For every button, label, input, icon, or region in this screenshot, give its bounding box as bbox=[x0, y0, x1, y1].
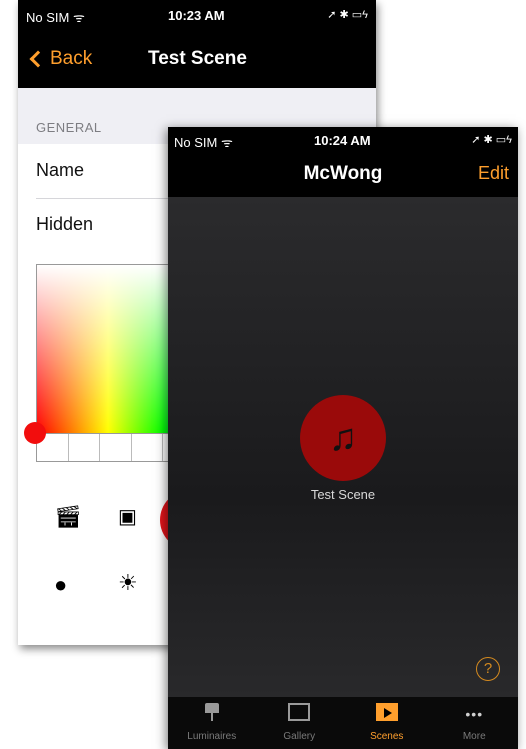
tab-more[interactable]: ••• More bbox=[431, 697, 519, 749]
more-icon: ••• bbox=[465, 706, 484, 722]
status-time: 10:23 AM bbox=[168, 8, 225, 23]
carrier-label: No SIM ᯤ bbox=[26, 10, 85, 25]
remote-icon[interactable]: ▣ bbox=[118, 504, 137, 529]
color-picker-handle[interactable] bbox=[24, 422, 46, 444]
scenes-screen: No SIM ᯤ 10:24 AM ➚ ✱ ▭ϟ McWong Edit ♫ T… bbox=[168, 127, 518, 749]
tab-label: Luminaires bbox=[187, 731, 237, 742]
edit-button[interactable]: Edit bbox=[478, 163, 509, 184]
status-icons: ➚ ✱ ▭ϟ bbox=[471, 134, 512, 146]
gallery-icon bbox=[288, 703, 311, 721]
tab-label: Scenes bbox=[370, 731, 404, 742]
tab-gallery[interactable]: Gallery bbox=[256, 697, 344, 749]
page-title: Test Scene bbox=[148, 48, 247, 69]
tab-label: Gallery bbox=[283, 731, 316, 742]
back-button[interactable]: Back bbox=[28, 48, 92, 70]
hidden-row-label[interactable]: Hidden bbox=[36, 214, 93, 235]
section-header-general: GENERAL bbox=[36, 120, 102, 135]
help-button[interactable]: ? bbox=[476, 657, 500, 681]
music-note-icon: ♫ bbox=[328, 416, 358, 459]
scene-button[interactable]: ♫ bbox=[300, 395, 386, 481]
swatch[interactable] bbox=[100, 434, 132, 461]
tab-bar: Luminaires Gallery Scenes ••• More bbox=[168, 697, 518, 749]
name-row-label[interactable]: Name bbox=[36, 160, 84, 181]
carrier-label: No SIM ᯤ bbox=[174, 135, 233, 150]
sun-icon[interactable]: ☀ bbox=[118, 570, 138, 596]
chevron-left-icon bbox=[29, 50, 47, 68]
nav-bar: Back Test Scene bbox=[18, 30, 376, 88]
tab-luminaires[interactable]: Luminaires bbox=[168, 697, 256, 749]
status-bar: No SIM ᯤ 10:24 AM ➚ ✱ ▭ϟ bbox=[168, 127, 518, 153]
scenes-icon bbox=[375, 703, 398, 721]
swatch[interactable] bbox=[131, 434, 164, 461]
status-time: 10:24 AM bbox=[314, 133, 371, 148]
back-button-label: Back bbox=[50, 48, 93, 69]
page-title: McWong bbox=[303, 163, 383, 184]
scene-label: Test Scene bbox=[310, 487, 376, 502]
lamp-icon bbox=[204, 703, 219, 721]
clock-icon[interactable]: ● bbox=[54, 572, 67, 598]
swatch[interactable] bbox=[68, 434, 101, 461]
clapper-icon[interactable]: 🎬︎ bbox=[54, 504, 82, 530]
status-bar: No SIM ᯤ 10:23 AM ➚ ✱ ▭ϟ bbox=[18, 0, 376, 30]
status-icons: ➚ ✱ ▭ϟ bbox=[327, 9, 368, 21]
nav-bar: McWong Edit bbox=[168, 153, 518, 197]
tab-label: More bbox=[462, 731, 486, 742]
scenes-content: ♫ Test Scene ? bbox=[168, 197, 518, 697]
tab-scenes[interactable]: Scenes bbox=[343, 697, 431, 749]
